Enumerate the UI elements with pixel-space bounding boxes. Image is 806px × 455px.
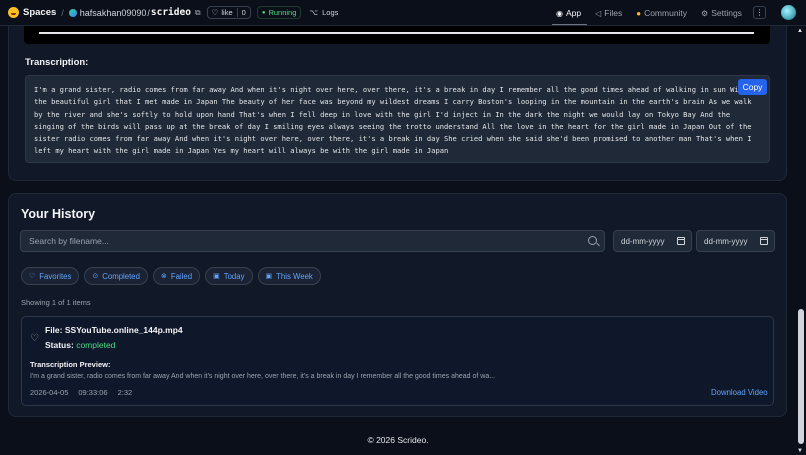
calendar-icon[interactable] [677, 237, 685, 245]
copy-button[interactable]: Copy [738, 79, 767, 95]
file-line: File: SSYouTube.online_144p.mp4 [45, 325, 183, 335]
status-line: Status: completed [45, 340, 115, 350]
calendar-icon[interactable] [760, 237, 768, 245]
date-to-field[interactable]: dd-mm-yyyy [696, 230, 775, 252]
space-nav: ◉ App ◁ Files ● Community ⚙ Settings [551, 0, 756, 26]
file-name: SSYouTube.online_144p.mp4 [64, 325, 183, 335]
filter-favorites[interactable]: ♡ Favorites [21, 267, 80, 285]
status-label: Status: [45, 340, 74, 350]
tab-app-label: App [565, 8, 582, 18]
like-label: like [221, 8, 233, 17]
gear-icon: ⚙ [701, 8, 709, 18]
owner-avatar [68, 8, 77, 17]
owner-link[interactable]: hafsakhan09090 [80, 8, 147, 18]
search-box [20, 230, 605, 252]
logs-label: Logs [322, 8, 339, 17]
item-duration: 2:32 [117, 388, 133, 397]
search-icon [588, 236, 597, 245]
spaces-label: Spaces [23, 7, 57, 18]
filter-failed-label: Failed [170, 271, 193, 281]
repo-name[interactable]: scrideo [151, 7, 191, 18]
preview-label: Transcription Preview: [30, 360, 111, 369]
filter-this-week[interactable]: ▣ This Week [257, 267, 321, 285]
item-time: 09:33:06 [78, 388, 108, 397]
breadcrumb-separator: / [61, 7, 64, 18]
like-button[interactable]: ♡ like 0 [206, 6, 251, 19]
tab-files[interactable]: ◁ Files [595, 0, 622, 26]
date-from-placeholder: dd-mm-yyyy [621, 237, 665, 246]
heart-icon: ♡ [211, 8, 219, 17]
status-badge: ● Running [256, 6, 302, 19]
calendar-icon: ▣ [265, 273, 273, 280]
filter-completed-label: Completed [102, 271, 140, 281]
video-progress-bar[interactable] [39, 32, 754, 34]
app-icon: ◉ [556, 8, 563, 18]
filter-this-week-label: This Week [276, 271, 313, 281]
tab-app[interactable]: ◉ App [551, 0, 588, 26]
page-scrollbar[interactable]: ▲ ▼ [796, 27, 806, 455]
date-to-placeholder: dd-mm-yyyy [704, 237, 748, 246]
calendar-icon: ▣ [213, 273, 220, 280]
tab-community[interactable]: ● Community [636, 0, 687, 26]
favorite-heart-icon[interactable]: ♡ [30, 333, 39, 344]
logs-icon: ⌥ [309, 8, 319, 17]
footer-copyright: © 2026 Scrideo. [367, 435, 429, 445]
community-icon: ● [636, 8, 642, 18]
filter-today-label: Today [223, 271, 245, 281]
search-input[interactable] [21, 231, 581, 251]
item-date: 2026-04-05 [30, 388, 69, 397]
scrollbar-thumb[interactable] [798, 309, 804, 444]
filter-favorites-label: Favorites [39, 271, 72, 281]
status-value: completed [76, 340, 116, 350]
copy-repo-icon[interactable]: ⧉ [195, 8, 201, 18]
filter-chips: ♡ Favorites ⊙ Completed ⊗ Failed ▣ Today… [21, 267, 326, 285]
tab-community-label: Community [644, 8, 688, 18]
logs-link[interactable]: ⌥ Logs [309, 8, 338, 17]
user-avatar[interactable] [781, 5, 796, 20]
preview-text: I'm a grand sister, radio comes from far… [30, 373, 496, 380]
more-menu-button[interactable]: ⋮ [753, 6, 766, 19]
repo-separator: / [147, 7, 150, 18]
item-meta: 2026-04-05 09:33:06 2:32 [30, 388, 142, 397]
video-player[interactable] [24, 26, 770, 44]
check-circle-icon: ⊙ [92, 273, 99, 280]
x-circle-icon: ⊗ [160, 273, 167, 280]
history-title: Your History [21, 207, 96, 221]
tab-files-label: Files [604, 8, 623, 18]
file-label: File: [45, 325, 63, 335]
filter-today[interactable]: ▣ Today [205, 267, 253, 285]
huggingface-logo-icon [8, 7, 19, 18]
scroll-down-arrow-icon[interactable]: ▼ [797, 448, 803, 454]
tab-settings-label: Settings [711, 8, 742, 18]
filter-completed[interactable]: ⊙ Completed [84, 267, 148, 285]
files-icon: ◁ [595, 8, 602, 18]
running-dot-icon: ● [261, 9, 266, 16]
heart-icon: ♡ [29, 273, 36, 280]
transcription-text[interactable]: I'm a grand sister, radio comes from far… [25, 75, 770, 163]
results-count: Showing 1 of 1 items [21, 298, 91, 307]
date-from-field[interactable]: dd-mm-yyyy [613, 230, 692, 252]
scroll-up-arrow-icon[interactable]: ▲ [797, 28, 803, 34]
download-video-link[interactable]: Download Video [711, 388, 768, 397]
tab-settings[interactable]: ⚙ Settings [701, 0, 742, 26]
filter-failed[interactable]: ⊗ Failed [152, 267, 201, 285]
spaces-link[interactable]: Spaces [8, 7, 56, 18]
status-text: Running [268, 8, 297, 17]
transcription-label: Transcription: [25, 57, 89, 68]
like-count: 0 [236, 8, 246, 17]
top-bar: Spaces / hafsakhan09090 / scrideo ⧉ ♡ li… [0, 0, 806, 26]
